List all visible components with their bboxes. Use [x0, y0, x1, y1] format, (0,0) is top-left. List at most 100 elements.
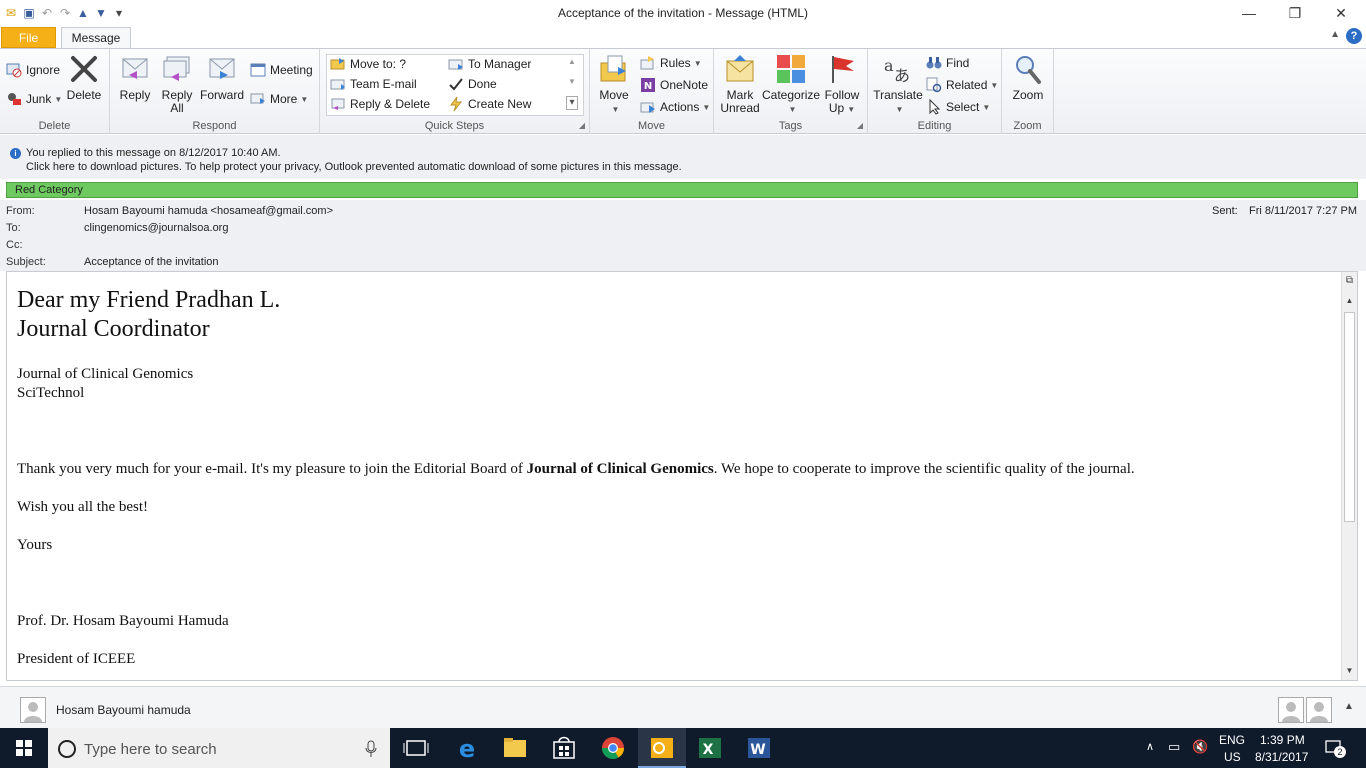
actions-icon — [640, 102, 655, 113]
svg-text:N: N — [644, 81, 652, 92]
minimize-button[interactable]: — — [1226, 0, 1272, 26]
volume-muted-icon[interactable]: 🔇 — [1192, 739, 1208, 755]
gallery-down-icon[interactable]: ▼ — [568, 77, 576, 86]
tab-message[interactable]: Message — [61, 27, 131, 49]
respond-group: Reply Reply All Forward Meeting More ▼ Re… — [110, 49, 320, 134]
taskbar-word[interactable]: W — [735, 728, 783, 768]
taskbar-chrome[interactable] — [589, 728, 637, 768]
quickstep-reply-delete[interactable]: Reply & Delete — [330, 94, 430, 114]
view-options-icon[interactable]: ⧉ — [1342, 274, 1357, 288]
zoom-group-label: Zoom — [1013, 120, 1042, 132]
delete-group: Ignore Junk ▼ Delete Delete — [0, 49, 110, 134]
quickstep-done[interactable]: Done — [448, 74, 497, 94]
meeting-button[interactable]: Meeting — [250, 60, 313, 80]
junk-button[interactable]: Junk ▼ — [6, 89, 62, 109]
follow-up-button[interactable]: Follow Up ▼ — [822, 53, 862, 116]
windows-logo-icon — [16, 740, 32, 756]
signature-title: President of ICEEE — [17, 651, 136, 667]
dropdown-arrow-icon: ▼ — [693, 58, 702, 68]
find-button[interactable]: Find — [926, 53, 969, 73]
more-respond-button[interactable]: More ▼ — [250, 89, 308, 109]
action-center-icon[interactable]: 2 — [1324, 738, 1346, 758]
reply-all-button[interactable]: Reply All — [160, 53, 194, 115]
sent-label: Sent: — [1212, 205, 1238, 217]
delete-button[interactable]: Delete — [66, 53, 102, 102]
taskbar-excel[interactable]: X — [686, 728, 734, 768]
body-wish: Wish you all the best! — [17, 499, 149, 515]
categorize-button[interactable]: Categorize ▼ — [762, 53, 820, 116]
reply-button[interactable]: Reply — [118, 53, 152, 102]
from-value[interactable]: Hosam Bayoumi hamuda <hosameaf@gmail.com… — [84, 205, 333, 217]
select-button[interactable]: Select ▼ — [926, 97, 990, 117]
scrollbar-thumb[interactable] — [1344, 312, 1355, 522]
scroll-down-icon[interactable]: ▼ — [1342, 664, 1357, 678]
clock-date[interactable]: 8/31/2017 — [1255, 750, 1308, 764]
quickstep-create-new[interactable]: Create New — [448, 94, 531, 114]
subject-value: Acceptance of the invitation — [84, 256, 219, 268]
microphone-icon[interactable] — [364, 740, 378, 758]
mark-unread-icon — [726, 55, 754, 82]
to-value[interactable]: clingenomics@journalsoa.org — [84, 222, 228, 234]
binoculars-icon — [926, 57, 942, 69]
signature-name: Prof. Dr. Hosam Bayoumi Hamuda — [17, 613, 229, 629]
help-icon[interactable]: ? — [1346, 28, 1362, 44]
ribbon-tabs: File Message ▲ ? — [0, 26, 1366, 49]
chevron-up-icon[interactable]: ▲ — [1330, 29, 1340, 40]
store-bag-icon — [553, 736, 575, 759]
svg-text:X: X — [703, 742, 714, 758]
network-icon[interactable]: ▭ — [1168, 739, 1180, 755]
download-pictures-link[interactable]: Click here to download pictures. To help… — [26, 161, 682, 173]
editing-group: aあ Translate ▼ Find Related ▼ Select ▼ Edit… — [868, 49, 1002, 134]
rules-button[interactable]: Rules ▼ — [640, 53, 702, 73]
categorize-icon — [777, 55, 805, 83]
zoom-button[interactable]: Zoom — [1008, 53, 1048, 102]
forward-icon — [209, 58, 235, 79]
tab-file[interactable]: File — [1, 27, 56, 48]
language-indicator[interactable]: ENG — [1219, 733, 1245, 747]
junk-icon — [8, 93, 21, 105]
keyboard-layout-indicator[interactable]: US — [1224, 750, 1241, 764]
taskbar-file-explorer[interactable] — [491, 728, 539, 768]
cortana-circle-icon — [58, 740, 76, 758]
quickstep-team-email[interactable]: Team E-mail — [330, 74, 417, 94]
vertical-scrollbar[interactable]: ⧉ ▲ ▼ — [1341, 272, 1357, 680]
mark-unread-button[interactable]: Mark Unread — [718, 53, 762, 115]
task-view-button[interactable] — [392, 728, 440, 768]
quickstep-move-to[interactable]: Move to: ? — [330, 54, 406, 74]
tray-overflow-icon[interactable]: ∧ — [1146, 740, 1154, 753]
people-pane-toggle-icon[interactable]: ▲ — [1344, 701, 1354, 712]
taskbar-edge[interactable]: e — [443, 728, 491, 768]
onenote-button[interactable]: N OneNote — [640, 75, 708, 95]
restore-button[interactable]: ❐ — [1272, 0, 1318, 26]
more-icon — [250, 93, 265, 104]
onenote-icon: N — [641, 78, 655, 92]
taskbar-outlook[interactable] — [638, 728, 686, 768]
move-button[interactable]: Move ▼ — [596, 53, 632, 116]
translate-button[interactable]: aあ Translate ▼ — [872, 53, 924, 116]
sender-avatar[interactable] — [20, 697, 46, 723]
body-journal: Journal of Clinical Genomics — [17, 366, 194, 382]
people-avatar-2[interactable] — [1306, 697, 1332, 723]
lightning-icon — [450, 96, 463, 112]
people-avatar-1[interactable] — [1278, 697, 1304, 723]
checkmark-icon — [449, 78, 463, 91]
close-button[interactable]: ✕ — [1318, 0, 1364, 26]
scroll-up-icon[interactable]: ▲ — [1342, 294, 1357, 308]
message-body[interactable]: Dear my Friend Pradhan L. Journal Coordi… — [6, 271, 1358, 681]
gallery-expand-icon[interactable]: ▾ — [566, 96, 578, 110]
actions-button[interactable]: Actions ▼ — [640, 97, 710, 117]
gallery-up-icon[interactable]: ▲ — [568, 57, 576, 66]
start-button[interactable] — [0, 728, 48, 768]
cursor-select-icon — [929, 99, 941, 115]
ignore-button[interactable]: Ignore — [6, 60, 60, 80]
dialog-launcher-icon[interactable]: ◢ — [857, 121, 863, 130]
forward-button[interactable]: Forward — [200, 53, 244, 102]
taskbar-store[interactable] — [540, 728, 588, 768]
ignore-icon — [6, 63, 22, 78]
dropdown-arrow-icon: ▼ — [847, 105, 856, 114]
clock-time[interactable]: 1:39 PM — [1260, 733, 1305, 747]
related-button[interactable]: Related ▼ — [926, 75, 998, 95]
dialog-launcher-icon[interactable]: ◢ — [579, 121, 585, 130]
quickstep-to-manager[interactable]: To Manager — [448, 54, 531, 74]
move-to-folder-icon — [330, 58, 345, 70]
